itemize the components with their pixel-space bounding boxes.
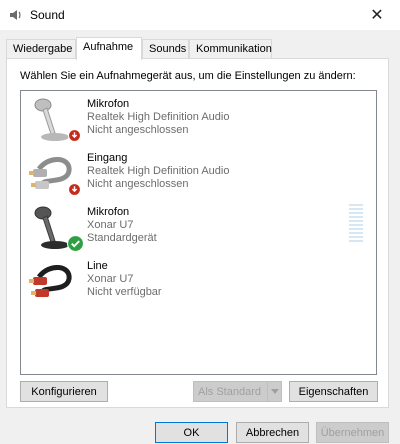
ok-button[interactable]: OK [155,422,228,443]
list-item[interactable]: Eingang Realtek High Definition Audio Ni… [21,147,376,201]
properties-button[interactable]: Eigenschaften [289,381,378,402]
recording-panel: Wählen Sie ein Aufnahmegerät aus, um die… [6,58,389,408]
cancel-button[interactable]: Abbrechen [236,422,309,443]
chevron-down-icon[interactable] [267,382,281,401]
title-bar: Sound ✕ [0,0,400,30]
configure-button[interactable]: Konfigurieren [20,381,108,402]
tab-label: Sounds [149,43,187,55]
device-name: Mikrofon [87,206,130,218]
device-driver: Realtek High Definition Audio [87,165,230,177]
set-default-button[interactable]: Als Standard [193,381,282,402]
device-driver: Xonar U7 [87,219,134,231]
close-button[interactable]: ✕ [354,0,400,30]
tab-playback[interactable]: Wiedergabe [6,39,76,59]
device-driver: Realtek High Definition Audio [87,111,230,123]
device-status: Nicht angeschlossen [87,124,189,136]
tab-label: Aufnahme [83,41,134,53]
list-item[interactable]: Mikrofon Xonar U7 Standardgerät [21,201,376,255]
tab-label: Kommunikation [196,43,272,55]
speaker-icon [10,10,21,20]
disconnected-icon [68,183,81,196]
device-name: Mikrofon [87,98,130,110]
button-label: Als Standard [198,385,261,398]
device-status: Standardgerät [87,232,157,244]
list-item[interactable]: Mikrofon Realtek High Definition Audio N… [21,93,376,147]
list-item[interactable]: Line Xonar U7 Nicht verfügbar [21,255,376,309]
button-label: Übernehmen [320,426,385,439]
cable-icon [29,265,72,297]
window-title: Sound [30,8,65,22]
device-status: Nicht angeschlossen [87,178,189,190]
device-name: Line [87,260,108,272]
button-label: OK [183,426,200,439]
device-name: Eingang [87,152,128,164]
button-label: Konfigurieren [31,385,97,398]
device-status: Nicht verfügbar [87,286,162,298]
apply-button[interactable]: Übernehmen [316,422,389,443]
device-list[interactable]: Mikrofon Realtek High Definition Audio N… [20,90,377,375]
button-label: Eigenschaften [298,385,369,398]
tab-communication[interactable]: Kommunikation [189,39,272,59]
button-label: Abbrechen [245,426,300,439]
tab-recording[interactable]: Aufnahme [76,37,142,60]
level-meter [349,204,363,244]
tab-label: Wiedergabe [13,43,73,55]
instruction-text: Wählen Sie ein Aufnahmegerät aus, um die… [20,70,356,82]
disconnected-icon [68,129,81,142]
device-driver: Xonar U7 [87,273,134,285]
tab-sounds[interactable]: Sounds [142,39,189,59]
default-check-icon [67,235,84,252]
close-icon: ✕ [370,7,384,24]
